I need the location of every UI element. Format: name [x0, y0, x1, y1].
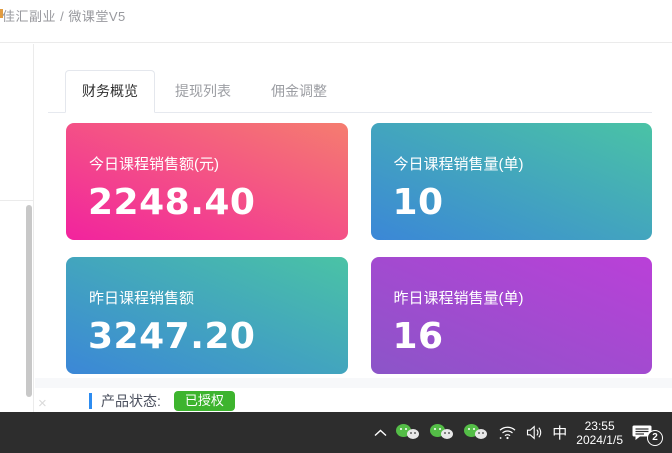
wifi-icon[interactable]	[498, 425, 517, 440]
stat-card-value: 3247.20	[88, 316, 348, 357]
stat-card-value: 2248.40	[88, 182, 348, 223]
stat-card-label: 昨日课程销售额	[89, 287, 348, 308]
page-header: 佳汇副业 / 微课堂V5	[0, 0, 672, 43]
wechat-bubble-small	[441, 429, 453, 439]
breadcrumb[interactable]: 佳汇副业 / 微课堂V5	[2, 6, 126, 25]
action-center-icon[interactable]: 2	[632, 424, 654, 442]
stat-card-yesterday-sales-amount: 昨日课程销售额 3247.20	[66, 257, 348, 374]
system-tray: 中 23:55 2024/1/5 2	[374, 419, 672, 447]
stat-card-value: 16	[393, 316, 653, 357]
product-status-label: 产品状态:	[101, 391, 161, 411]
ime-language-indicator[interactable]: 中	[552, 422, 567, 443]
wechat-bubble-small	[475, 429, 487, 439]
wechat-icon[interactable]	[464, 424, 489, 441]
tab-commission-adjust[interactable]: 佣金调整	[251, 70, 347, 112]
clock-time: 23:55	[576, 419, 623, 433]
left-sidebar	[0, 44, 34, 412]
tab-bar: 财务概览 提现列表 佣金调整	[48, 70, 652, 113]
wechat-bubble-small	[407, 429, 419, 439]
stat-card-label: 今日课程销售量(单)	[394, 153, 653, 174]
stat-card-value: 10	[393, 182, 653, 223]
tab-withdrawal-list[interactable]: 提现列表	[155, 70, 251, 112]
sidebar-divider	[0, 200, 33, 201]
section-accent-bar	[89, 393, 92, 409]
main-content: 财务概览 提现列表 佣金调整 今日课程销售额(元) 2248.40 今日课程销售…	[35, 44, 672, 412]
wechat-icon[interactable]	[430, 424, 455, 441]
stat-cards-grid: 今日课程销售额(元) 2248.40 今日课程销售量(单) 10 昨日课程销售额…	[66, 123, 652, 374]
stat-card-today-sales-amount: 今日课程销售额(元) 2248.40	[66, 123, 348, 240]
status-badge: 已授权	[174, 391, 235, 411]
taskbar-clock[interactable]: 23:55 2024/1/5	[576, 419, 623, 447]
clock-date: 2024/1/5	[576, 433, 623, 447]
windows-taskbar: 中 23:55 2024/1/5 2	[0, 412, 672, 453]
notification-count-badge: 2	[647, 430, 663, 446]
stat-card-today-sales-count: 今日课程销售量(单) 10	[371, 123, 653, 240]
scrollbar-thumb[interactable]	[26, 205, 32, 397]
wechat-icon[interactable]	[396, 424, 421, 441]
stat-card-yesterday-sales-count: 昨日课程销售量(单) 16	[371, 257, 653, 374]
app-window: 佳汇副业 / 微课堂V5 财务概览 提现列表 佣金调整 今日课程销售额(元) 2…	[0, 0, 672, 453]
cropped-close-glyph: ×	[38, 395, 47, 412]
product-status-row: 产品状态: 已授权	[89, 391, 235, 411]
stat-card-label: 昨日课程销售量(单)	[394, 287, 653, 308]
volume-icon[interactable]	[526, 425, 543, 440]
chevron-up-icon[interactable]	[374, 429, 387, 437]
tab-finance-overview[interactable]: 财务概览	[65, 70, 155, 113]
panel-gap	[35, 378, 672, 388]
stat-card-label: 今日课程销售额(元)	[89, 153, 348, 174]
